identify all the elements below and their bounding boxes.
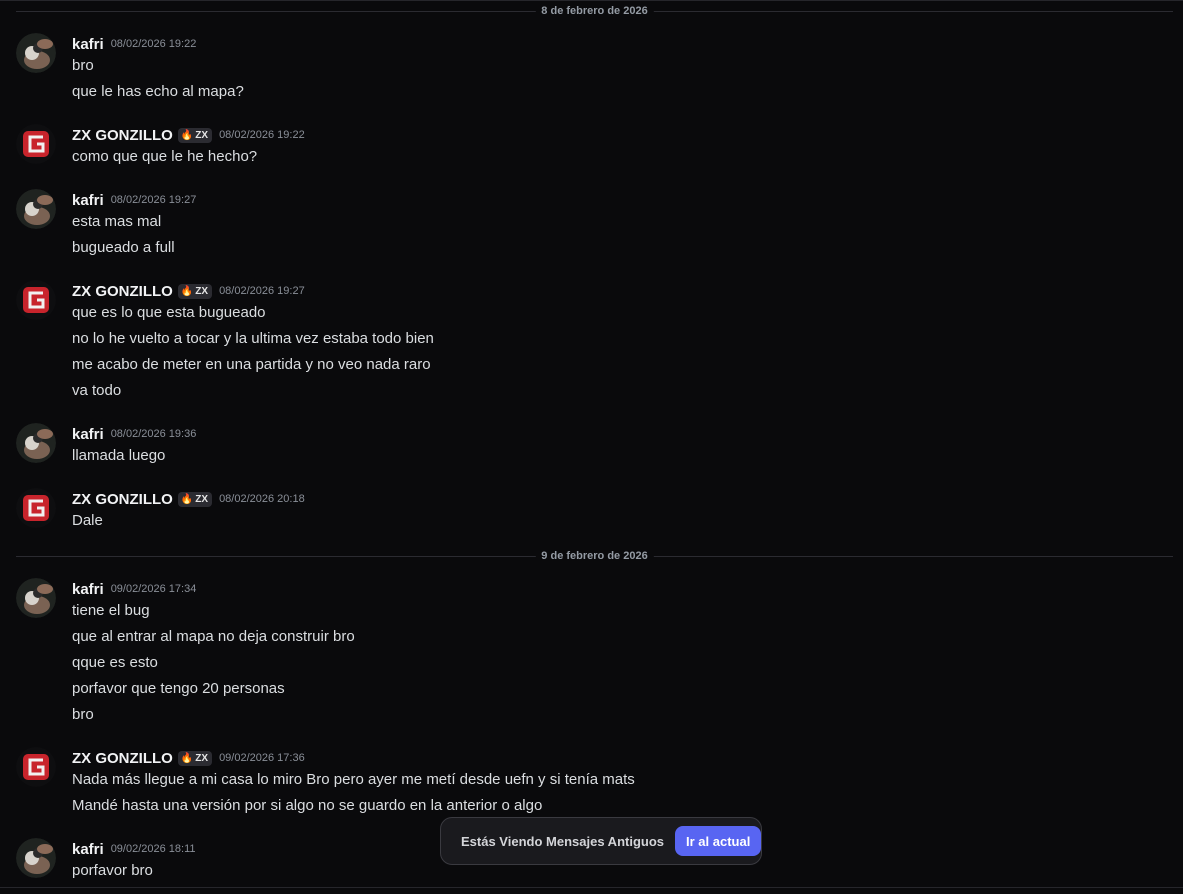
message-timestamp: 08/02/2026 20:18 bbox=[219, 493, 305, 505]
message-timestamp: 08/02/2026 19:22 bbox=[219, 129, 305, 141]
red-g-logo-avatar-icon bbox=[16, 747, 56, 787]
message-text: me acabo de meter en una partida y no ve… bbox=[72, 356, 431, 373]
guild-tag[interactable]: 🔥 ZX bbox=[177, 127, 213, 143]
message-text: que es lo que esta bugueado bbox=[72, 304, 266, 321]
avatar[interactable] bbox=[16, 747, 56, 787]
message-text: tiene el bug bbox=[72, 602, 150, 619]
date-divider: 8 de febrero de 2026 bbox=[16, 3, 1173, 19]
guild-tag[interactable]: 🔥 ZX bbox=[177, 750, 213, 766]
message-text: Dale bbox=[72, 512, 103, 529]
avatar[interactable] bbox=[16, 578, 56, 618]
author-name[interactable]: ZX GONZILLO bbox=[72, 283, 173, 300]
flame-icon: 🔥 bbox=[180, 129, 194, 141]
author-name[interactable]: ZX GONZILLO bbox=[72, 127, 173, 144]
flame-icon: 🔥 bbox=[180, 752, 194, 764]
date-divider: 9 de febrero de 2026 bbox=[16, 548, 1173, 564]
avatar[interactable] bbox=[16, 280, 56, 320]
message-timestamp: 09/02/2026 17:34 bbox=[110, 583, 197, 595]
guild-tag[interactable]: 🔥 ZX bbox=[177, 283, 213, 299]
flame-icon: 🔥 bbox=[180, 493, 194, 505]
chat-messages[interactable]: 8 de febrero de 2026 kafri 08/02/2026 19… bbox=[0, 0, 1183, 894]
flame-icon: 🔥 bbox=[180, 285, 194, 297]
guild-tag-text: ZX bbox=[195, 129, 209, 141]
message-timestamp: 09/02/2026 18:11 bbox=[110, 843, 196, 855]
message-text: porfavor que tengo 20 personas bbox=[72, 680, 285, 697]
guild-tag-text: ZX bbox=[195, 493, 209, 505]
red-g-logo-avatar-icon bbox=[16, 280, 56, 320]
author-name[interactable]: kafri bbox=[72, 841, 104, 858]
guild-tag[interactable]: 🔥 ZX bbox=[177, 491, 213, 507]
author-name[interactable]: ZX GONZILLO bbox=[72, 750, 173, 767]
old-messages-text: Estás Viendo Mensajes Antiguos bbox=[461, 833, 664, 849]
avatar[interactable] bbox=[16, 189, 56, 229]
message-text: como que que le he hecho? bbox=[72, 148, 258, 165]
jump-to-present-button[interactable]: Ir al actual bbox=[675, 826, 762, 856]
message-timestamp: 08/02/2026 19:22 bbox=[110, 38, 197, 50]
author-name[interactable]: kafri bbox=[72, 36, 104, 53]
message-text: llamada luego bbox=[72, 447, 166, 464]
message-timestamp: 09/02/2026 17:36 bbox=[219, 752, 305, 764]
hand-holding-plush-avatar-icon bbox=[16, 189, 56, 229]
message-text: bro bbox=[72, 706, 94, 723]
avatar[interactable] bbox=[16, 488, 56, 528]
message-text: que al entrar al mapa no deja construir … bbox=[72, 628, 355, 645]
avatar[interactable] bbox=[16, 124, 56, 164]
message-timestamp: 08/02/2026 19:36 bbox=[110, 428, 197, 440]
author-name[interactable]: ZX GONZILLO bbox=[72, 491, 173, 508]
avatar[interactable] bbox=[16, 838, 56, 878]
hand-holding-plush-avatar-icon bbox=[16, 578, 56, 618]
message-timestamp: 08/02/2026 19:27 bbox=[110, 194, 197, 206]
avatar[interactable] bbox=[16, 423, 56, 463]
hand-holding-plush-avatar-icon bbox=[16, 423, 56, 463]
old-messages-banner: Estás Viendo Mensajes Antiguos Ir al act… bbox=[440, 817, 762, 865]
author-name[interactable]: kafri bbox=[72, 426, 104, 443]
date-divider-label: 9 de febrero de 2026 bbox=[535, 548, 654, 564]
guild-tag-text: ZX bbox=[195, 285, 209, 297]
date-divider-label: 8 de febrero de 2026 bbox=[535, 3, 654, 19]
message-text: que le has echo al mapa? bbox=[72, 83, 244, 100]
message-text: bugueado a full bbox=[72, 239, 175, 256]
message-timestamp: 08/02/2026 19:27 bbox=[219, 285, 305, 297]
message-text: Nada más llegue a mi casa lo miro Bro pe… bbox=[72, 771, 635, 788]
red-g-logo-avatar-icon bbox=[16, 488, 56, 528]
author-name[interactable]: kafri bbox=[72, 581, 104, 598]
hand-holding-plush-avatar-icon bbox=[16, 838, 56, 878]
guild-tag-text: ZX bbox=[195, 752, 209, 764]
message-text: qque es esto bbox=[72, 654, 158, 671]
red-g-logo-avatar-icon bbox=[16, 124, 56, 164]
author-name[interactable]: kafri bbox=[72, 192, 104, 209]
message-text: no lo he vuelto a tocar y la ultima vez … bbox=[72, 330, 434, 347]
message-text: va todo bbox=[72, 382, 122, 399]
message-text: bro bbox=[72, 57, 94, 74]
avatar[interactable] bbox=[16, 33, 56, 73]
hand-holding-plush-avatar-icon bbox=[16, 33, 56, 73]
message-text: esta mas mal bbox=[72, 213, 162, 230]
